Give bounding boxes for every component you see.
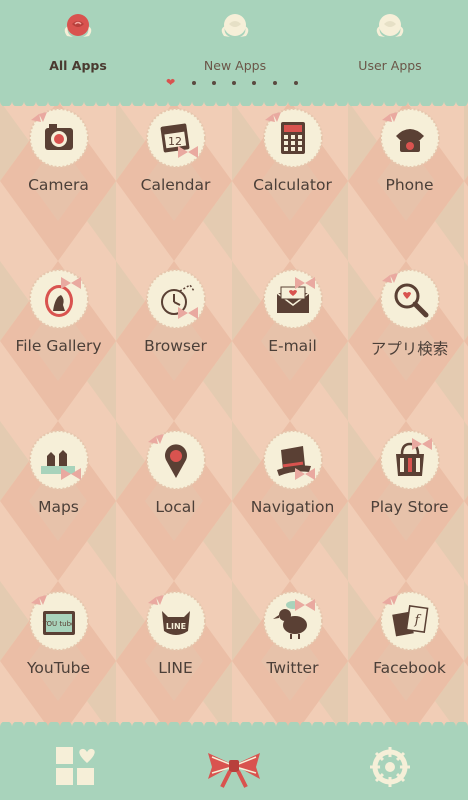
app-label: LINE [158, 659, 193, 677]
rose-icon [376, 14, 404, 37]
app-label: Navigation [250, 498, 335, 516]
app-label: Maps [38, 498, 79, 516]
camera-icon [29, 108, 89, 168]
app-maps[interactable]: Maps [0, 426, 117, 586]
page-dot [252, 81, 256, 85]
youtube-icon: YOU tube [29, 591, 89, 651]
app-file-gallery[interactable]: File Gallery [0, 265, 117, 425]
gallery-icon [29, 269, 89, 329]
app-search[interactable]: アプリ検索 [351, 265, 468, 425]
tab-label: User Apps [358, 58, 422, 73]
settings-button[interactable] [368, 745, 428, 789]
app-browser[interactable]: Browser [117, 265, 234, 425]
page-dot [192, 81, 196, 85]
rose-icon [221, 14, 249, 37]
app-grid: Camera 12 Calendar Calculator Phone File… [0, 104, 468, 724]
page-dot [232, 81, 236, 85]
pocket-watch-icon [146, 269, 206, 329]
bow-icon [208, 753, 260, 788]
map-pin-icon [146, 430, 206, 490]
app-label: Camera [28, 176, 89, 194]
app-label: Calculator [253, 176, 332, 194]
app-youtube[interactable]: YOU tube YouTube [0, 587, 117, 747]
dodo-bird-icon [263, 591, 323, 651]
home-screen: All Apps New Apps User Apps ❤ Camera 12 … [0, 0, 468, 800]
app-facebook[interactable]: f Facebook [351, 587, 468, 747]
tab-user-apps[interactable]: User Apps [330, 10, 450, 80]
bag-icon [380, 430, 440, 490]
app-label: Browser [144, 337, 207, 355]
page-dot [212, 81, 216, 85]
header-bar: All Apps New Apps User Apps ❤ [0, 0, 468, 101]
current-page-heart-icon: ❤ [166, 76, 176, 89]
app-label: Calendar [140, 176, 211, 194]
app-play-store[interactable]: Play Store [351, 426, 468, 586]
app-camera[interactable]: Camera [0, 104, 117, 264]
app-label: E-mail [268, 337, 317, 355]
tab-all-apps[interactable]: All Apps [18, 10, 138, 80]
app-label: Play Store [370, 498, 449, 516]
line-icon: LINE [146, 591, 206, 651]
app-label: YouTube [26, 659, 91, 677]
envelope-icon [263, 269, 323, 329]
phone-icon [380, 108, 440, 168]
youtube-tv-text: YOU tube [42, 620, 76, 628]
app-local[interactable]: Local [117, 426, 234, 586]
app-label: Local [155, 498, 196, 516]
app-calculator[interactable]: Calculator [234, 104, 351, 264]
app-label: File Gallery [15, 337, 102, 355]
app-phone[interactable]: Phone [351, 104, 468, 264]
app-label: Twitter [266, 659, 319, 677]
app-drawer-button[interactable] [54, 745, 114, 789]
facebook-icon: f [380, 591, 440, 651]
tab-label: New Apps [203, 58, 267, 73]
page-dot [294, 81, 298, 85]
page-dot [273, 81, 277, 85]
app-twitter[interactable]: Twitter [234, 587, 351, 747]
magnifier-icon [380, 269, 440, 329]
calculator-icon [263, 108, 323, 168]
app-label: Phone [385, 176, 434, 194]
app-navigation[interactable]: Navigation [234, 426, 351, 586]
app-label: Facebook [373, 659, 446, 677]
calendar-date-text: 12 [168, 135, 182, 148]
gear-icon [370, 747, 410, 787]
tab-new-apps[interactable]: New Apps [175, 10, 295, 80]
hat-icon [263, 430, 323, 490]
calendar-icon: 12 [146, 108, 206, 168]
app-line[interactable]: LINE LINE [117, 587, 234, 747]
app-email[interactable]: E-mail [234, 265, 351, 425]
rose-icon [64, 14, 92, 37]
tab-label: All Apps [49, 58, 107, 73]
app-label: アプリ検索 [370, 340, 449, 358]
line-cat-text: LINE [166, 622, 186, 631]
home-bow-button[interactable] [204, 745, 264, 789]
page-indicator: ❤ [160, 76, 310, 89]
app-calendar[interactable]: 12 Calendar [117, 104, 234, 264]
app-grid-heart-icon [56, 747, 95, 785]
chess-icon [29, 430, 89, 490]
dock-bar [0, 727, 468, 800]
